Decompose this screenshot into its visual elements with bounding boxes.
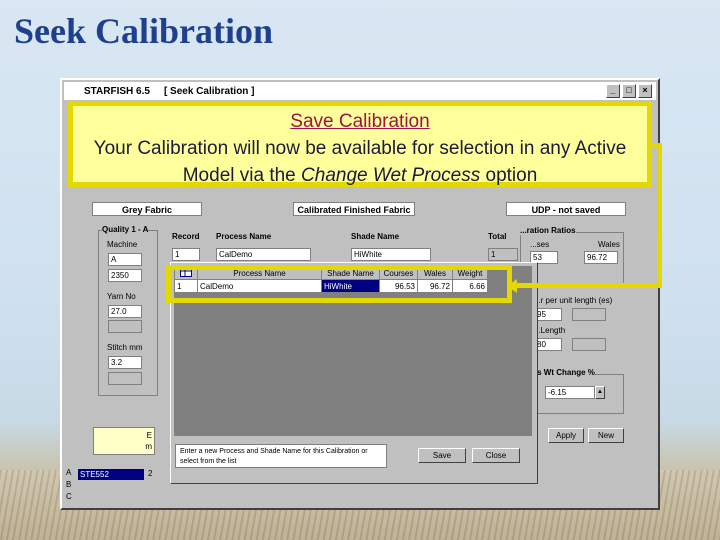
hint-text: Enter a new Process and Shade Name for t… bbox=[175, 444, 387, 468]
length-field[interactable]: 80 bbox=[534, 338, 562, 351]
callout-line2-emphasis: Change Wet Process bbox=[301, 165, 481, 186]
wales-ratio-label: Wales bbox=[598, 240, 620, 249]
yarn-extra-field[interactable] bbox=[108, 320, 142, 333]
stitch-label: Stitch mm bbox=[107, 343, 143, 352]
machine-field[interactable]: A bbox=[108, 253, 142, 266]
status-row-c: C bbox=[66, 492, 72, 501]
record-label: Record bbox=[172, 232, 200, 241]
yarn-field[interactable]: 27.0 bbox=[108, 305, 142, 318]
callout-connector-vertical bbox=[657, 143, 662, 288]
left-info-line2: m bbox=[145, 442, 152, 451]
callout-line2-post: option bbox=[480, 165, 538, 186]
calibrated-finished-header: Calibrated Finished Fabric bbox=[293, 202, 415, 216]
process-name-label: Process Name bbox=[216, 232, 272, 241]
grey-fabric-header: Grey Fabric bbox=[92, 202, 202, 216]
machine-extra-field[interactable]: 2350 bbox=[108, 269, 142, 282]
window-caption: [ Seek Calibration ] bbox=[163, 85, 255, 97]
stitch-extra-field[interactable] bbox=[108, 372, 142, 385]
callout-arrow-icon bbox=[507, 279, 517, 293]
left-info-line1: E bbox=[146, 431, 152, 440]
apply-button[interactable]: Apply bbox=[548, 428, 584, 443]
yarn-label: Yarn No bbox=[107, 292, 136, 301]
stitch-field[interactable]: 3.2 bbox=[108, 356, 142, 369]
callout-line1: Your Calibration will now be available f… bbox=[93, 138, 627, 159]
status-row-b: B bbox=[66, 480, 72, 489]
wt-change-field[interactable]: -6.15 bbox=[545, 386, 595, 399]
callout-connector-horizontal bbox=[515, 283, 662, 288]
app-name: STARFISH 6.5 bbox=[84, 85, 150, 97]
total-label: Total bbox=[488, 232, 507, 241]
courses-ratio-label: ...ses bbox=[530, 240, 550, 249]
per-unit-extra-field[interactable] bbox=[572, 308, 606, 321]
minimize-button[interactable]: _ bbox=[606, 84, 620, 98]
machine-label: Machine bbox=[107, 240, 138, 249]
ratios-label: ...ration Ratios bbox=[520, 226, 576, 235]
wt-change-spinner[interactable]: ▲ bbox=[595, 386, 605, 399]
callout-title: Save Calibration bbox=[290, 111, 430, 132]
status-selected-cell[interactable]: STE552 bbox=[78, 469, 144, 480]
callout-line2: Model via the Change Wet Process option bbox=[73, 162, 647, 189]
left-info-panel: E m bbox=[93, 427, 155, 455]
record-field[interactable]: 1 bbox=[172, 248, 200, 261]
new-button[interactable]: New bbox=[588, 428, 624, 443]
status-row-a: A bbox=[66, 468, 72, 477]
per-unit-label: ...r per unit length (es) bbox=[534, 296, 613, 305]
dialog-close-button[interactable]: Close bbox=[472, 448, 520, 463]
udp-status-header: UDP - not saved bbox=[506, 202, 626, 216]
status-rows: A B C bbox=[66, 468, 72, 504]
save-calibration-callout: Save Calibration Your Calibration will n… bbox=[68, 101, 652, 187]
quality-label: Quality 1 - A bbox=[102, 225, 149, 234]
status-row-a-col2: 2 bbox=[148, 469, 153, 478]
dialog-save-button[interactable]: Save bbox=[418, 448, 466, 463]
callout-line2-pre: Model via the bbox=[182, 165, 302, 186]
total-field: 1 bbox=[488, 248, 518, 261]
length-extra-field[interactable] bbox=[572, 338, 606, 351]
length-label: ...Length bbox=[534, 326, 566, 335]
slide-title: Seek Calibration bbox=[14, 11, 274, 51]
wales-ratio-field[interactable]: 96.72 bbox=[584, 251, 618, 264]
maximize-button[interactable]: □ bbox=[622, 84, 636, 98]
process-name-field[interactable]: CalDemo bbox=[216, 248, 311, 261]
shade-name-label: Shade Name bbox=[351, 232, 400, 241]
shade-name-field[interactable]: HiWhite bbox=[351, 248, 431, 261]
window-titlebar[interactable]: STARFISH 6.5 [ Seek Calibration ] _ □ × bbox=[64, 82, 656, 100]
grid-highlight-frame bbox=[166, 265, 512, 303]
close-button[interactable]: × bbox=[638, 84, 652, 98]
per-unit-field[interactable]: 95 bbox=[534, 308, 562, 321]
